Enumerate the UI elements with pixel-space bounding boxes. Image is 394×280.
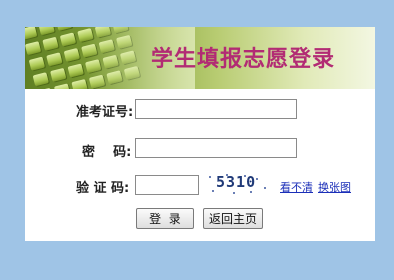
exam-id-input[interactable]: [135, 99, 297, 119]
captcha-input[interactable]: [135, 175, 199, 195]
page-title: 学生填报志愿登录: [151, 46, 336, 72]
password-input[interactable]: [135, 138, 297, 158]
change-image-link[interactable]: 换张图: [318, 179, 351, 195]
back-home-button[interactable]: 返回主页: [203, 208, 263, 229]
captcha-image[interactable]: 5310: [206, 172, 270, 196]
login-button[interactable]: 登 录: [136, 208, 194, 229]
captcha-label: 验 证 码:: [76, 181, 130, 196]
login-panel: 学生填报志愿登录 准考证号: 密 码: 验 证 码: 5310 看不清 换张图 …: [25, 27, 375, 241]
exam-id-label: 准考证号:: [76, 105, 134, 120]
header-banner: 学生填报志愿登录: [25, 27, 375, 89]
cant-see-link[interactable]: 看不清: [280, 179, 313, 195]
password-label: 密 码:: [82, 145, 132, 160]
captcha-code: 5310: [216, 173, 257, 191]
